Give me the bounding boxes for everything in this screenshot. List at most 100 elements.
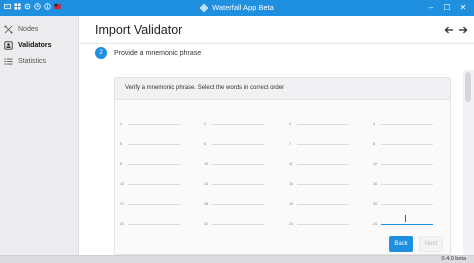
word-slot-number: 10 (204, 162, 208, 166)
mnemonic-word-slot[interactable]: 8 (373, 139, 433, 147)
forward-arrow-button[interactable] (457, 24, 469, 36)
word-slot-number: 19 (289, 202, 293, 206)
word-slot-number: 23 (289, 222, 293, 226)
word-slot-number: 18 (204, 202, 208, 206)
mnemonic-word-slot[interactable]: 7 (289, 139, 349, 147)
minimize-button[interactable]: – (423, 1, 439, 15)
word-slot-number: 13 (120, 182, 124, 186)
word-slot-number: 8 (373, 142, 375, 146)
window-controls: – ☐ ✕ (423, 1, 471, 15)
back-arrow-button[interactable] (443, 24, 455, 36)
sidebar-item-label: Validators (18, 41, 52, 49)
mnemonic-word-slot[interactable]: 24 (373, 219, 433, 227)
sidebar-item-label: Nodes (18, 25, 39, 33)
scrollbar-thumb[interactable] (465, 72, 471, 102)
validator-icon (4, 40, 13, 50)
maximize-button[interactable]: ☐ (439, 1, 455, 15)
arrow-right-icon (459, 26, 468, 34)
word-slot-underline (381, 144, 433, 145)
word-slot-underline (212, 124, 264, 125)
mnemonic-word-slot[interactable]: 5 (120, 139, 180, 147)
mnemonic-word-slot[interactable]: 4 (373, 119, 433, 127)
status-bar: 0.4.0 beta (0, 255, 474, 263)
version-label: 0.4.0 beta (441, 256, 466, 262)
word-slot-underline (297, 224, 349, 225)
mnemonic-word-slot[interactable]: 9 (120, 159, 180, 167)
mnemonic-word-slot[interactable]: 23 (289, 219, 349, 227)
word-slot-underline (212, 204, 264, 205)
sidebar-item-validators[interactable]: Validators (0, 38, 79, 52)
mnemonic-word-slot[interactable]: 1 (120, 119, 180, 127)
word-slot-number: 17 (120, 202, 124, 206)
mnemonic-word-slot[interactable]: 6 (204, 139, 264, 147)
mnemonic-word-slot[interactable]: 14 (204, 179, 264, 187)
word-slot-underline (297, 204, 349, 205)
word-slot-number: 6 (204, 142, 206, 146)
word-slot-underline (128, 204, 180, 205)
word-slot-number: 1 (120, 122, 122, 126)
word-slot-number: 11 (289, 162, 293, 166)
close-button[interactable]: ✕ (455, 1, 471, 15)
word-slot-number: 24 (373, 222, 377, 226)
step-label: Provide a mnemonic phrase (114, 50, 202, 57)
mnemonic-word-slot[interactable]: 3 (289, 119, 349, 127)
vertical-scrollbar[interactable] (463, 70, 474, 255)
mnemonic-word-slot[interactable]: 17 (120, 199, 180, 207)
word-slot-underline (212, 144, 264, 145)
mnemonic-word-slot[interactable]: 22 (204, 219, 264, 227)
mnemonic-word-slot[interactable]: 15 (289, 179, 349, 187)
mnemonic-word-grid: 1 2 3 4 5 6 7 8 9 10 11 12 13 14 15 16 17 18 19 20 21 22 23 24 (115, 78, 450, 254)
mnemonic-word-slot[interactable]: 18 (204, 199, 264, 207)
mnemonic-word-slot[interactable]: 11 (289, 159, 349, 167)
next-button[interactable]: Next (419, 236, 443, 252)
network-icon (4, 25, 13, 34)
word-slot-underline (128, 224, 180, 225)
word-slot-underline (212, 184, 264, 185)
mnemonic-word-slot[interactable]: 20 (373, 199, 433, 207)
word-slot-number: 22 (204, 222, 208, 226)
back-button[interactable]: Back (389, 236, 413, 252)
word-slot-number: 21 (120, 222, 124, 226)
word-slot-number: 2 (204, 122, 206, 126)
mnemonic-word-slot[interactable]: 2 (204, 119, 264, 127)
title-bar: Waterfall App Beta – ☐ ✕ (0, 0, 474, 16)
word-slot-underline (381, 224, 433, 225)
page-title: Import Validator (95, 23, 183, 37)
word-slot-number: 7 (289, 142, 291, 146)
mnemonic-word-slot[interactable]: 16 (373, 179, 433, 187)
word-slot-underline (212, 224, 264, 225)
mnemonic-word-slot[interactable]: 12 (373, 159, 433, 167)
word-slot-underline (128, 144, 180, 145)
word-slot-number: 16 (373, 182, 377, 186)
window-title: Waterfall App Beta (0, 3, 474, 13)
word-slot-underline (128, 124, 180, 125)
word-slot-underline (297, 184, 349, 185)
header-divider (80, 43, 474, 44)
word-slot-underline (128, 164, 180, 165)
sidebar-item-statistics[interactable]: Statistics (0, 54, 79, 68)
mnemonic-word-slot[interactable]: 10 (204, 159, 264, 167)
text-caret (405, 215, 406, 222)
word-slot-number: 12 (373, 162, 377, 166)
word-slot-underline (297, 144, 349, 145)
mnemonic-word-slot[interactable]: 21 (120, 219, 180, 227)
step-number-badge: 2 (95, 47, 107, 59)
word-slot-underline (297, 164, 349, 165)
sidebar-item-nodes[interactable]: Nodes (0, 22, 79, 36)
word-slot-number: 20 (373, 202, 377, 206)
word-slot-number: 14 (204, 182, 208, 186)
word-slot-underline (297, 124, 349, 125)
word-slot-number: 3 (289, 122, 291, 126)
word-slot-underline (128, 184, 180, 185)
arrow-left-icon (444, 26, 453, 34)
sidebar: Nodes Validators Statistics (0, 16, 79, 255)
word-slot-underline (381, 184, 433, 185)
word-slot-number: 5 (120, 142, 122, 146)
mnemonic-word-slot[interactable]: 13 (120, 179, 180, 187)
word-slot-underline (381, 124, 433, 125)
word-slot-underline (381, 204, 433, 205)
word-slot-number: 9 (120, 162, 122, 166)
mnemonic-word-slot[interactable]: 19 (289, 199, 349, 207)
word-slot-number: 4 (373, 122, 375, 126)
window-title-text: Waterfall App Beta (212, 3, 274, 12)
